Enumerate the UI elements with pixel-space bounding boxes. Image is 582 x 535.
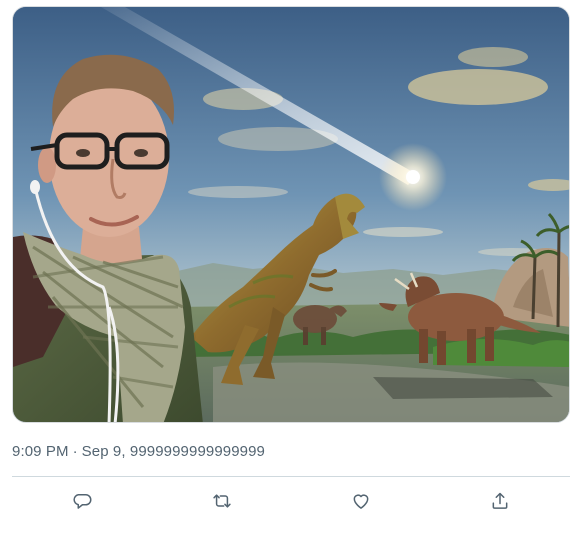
tweet-date: Sep 9, 9999999999999999 <box>81 443 265 460</box>
heart-icon <box>353 494 369 509</box>
tweet-card: 9:09 PM · Sep 9, 9999999999999999 <box>0 0 582 535</box>
photo-illustration <box>13 7 569 422</box>
tweet-action-bar <box>12 480 570 520</box>
speech-bubble-icon <box>73 494 92 509</box>
actions-divider <box>12 476 570 477</box>
retweet-arrows-icon <box>213 494 231 508</box>
tweet-timestamp[interactable]: 9:09 PM · Sep 9, 9999999999999999 <box>12 443 265 460</box>
retweet-button[interactable] <box>205 484 239 518</box>
share-button[interactable] <box>483 484 517 518</box>
tweet-media-photo[interactable] <box>12 6 570 423</box>
share-upload-icon <box>492 492 508 509</box>
timestamp-separator: · <box>72 443 78 460</box>
tweet-time: 9:09 PM <box>12 443 69 460</box>
reply-button[interactable] <box>65 484 99 518</box>
like-button[interactable] <box>344 484 378 518</box>
